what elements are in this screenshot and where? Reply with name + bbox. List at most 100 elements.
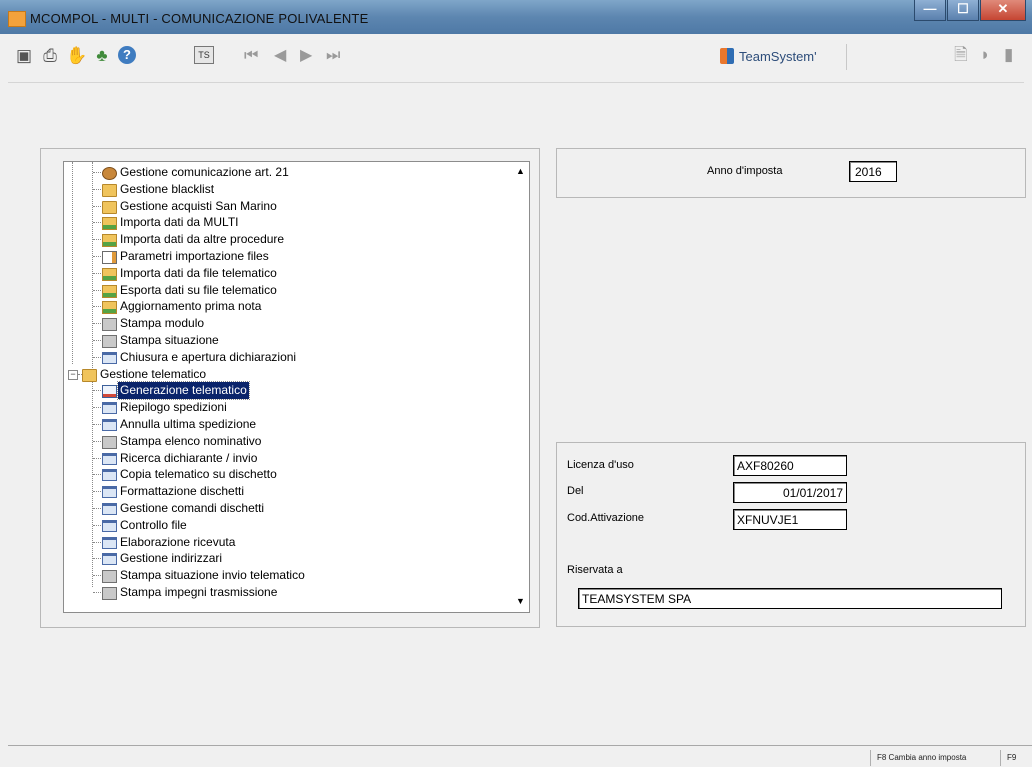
tree-item-label: Stampa elenco nominativo (120, 433, 262, 448)
tree-item[interactable]: Stampa situazione (64, 332, 509, 349)
tree-item[interactable]: Gestione comunicazione art. 21 (64, 164, 509, 181)
ts-button[interactable]: TS (194, 46, 214, 64)
tree-item-label: Elaborazione ricevuta (120, 534, 236, 549)
next-record-icon[interactable]: ▶ (300, 46, 312, 66)
tree-connector (93, 339, 101, 341)
tree-item[interactable]: Controllo file (64, 517, 509, 534)
license-date-field[interactable]: 01/01/2017 (733, 482, 847, 503)
tree-connector (93, 524, 101, 526)
tree-item[interactable]: Gestione comandi dischetti (64, 500, 509, 517)
tree-connector (93, 423, 101, 425)
tree-item[interactable]: Formattazione dischetti (64, 483, 509, 500)
license-field[interactable]: AXF80260 (733, 455, 847, 476)
tree-connector (93, 591, 101, 593)
reserved-for-field[interactable]: TEAMSYSTEM SPA (578, 588, 1002, 609)
teamsystem-logo: TeamSystem' (720, 46, 817, 66)
tree-item[interactable]: Annulla ultima spedizione (64, 416, 509, 433)
tax-year-field[interactable]: 2016 (849, 161, 897, 182)
book-icon[interactable]: ▮ (1004, 45, 1013, 65)
minimize-icon[interactable]: — (914, 0, 946, 21)
tree-item-label: Controllo file (120, 517, 187, 532)
prev-record-icon[interactable]: ◀ (274, 46, 286, 66)
tree-connector (93, 306, 101, 308)
document-icon[interactable]: 🗎 (954, 45, 968, 65)
tree-item[interactable]: Elaborazione ricevuta (64, 534, 509, 551)
tree-connector (93, 390, 101, 392)
gen-icon (102, 385, 117, 399)
license-label: Licenza d'uso (567, 459, 634, 471)
tree-item[interactable]: − Gestione telematico (64, 366, 509, 383)
panel-icon (102, 418, 117, 431)
panel-icon (102, 402, 117, 415)
maximize-icon[interactable]: ☐ (947, 0, 979, 21)
activation-code-field[interactable]: XFNUVJE1 (733, 509, 847, 530)
print-icon (102, 570, 117, 584)
panel-icon (102, 469, 117, 482)
tree-item-label: Esporta dati su file telematico (120, 282, 277, 297)
tree-item-label: Riepilogo spedizioni (120, 400, 227, 415)
tax-year-panel: Anno d'imposta 2016 (556, 148, 1026, 198)
exit-icon[interactable]: ◗ (980, 45, 990, 65)
screen-icon[interactable]: ▣ (14, 46, 34, 66)
tree-item[interactable]: Chiusura e apertura dichiarazioni (64, 349, 509, 366)
first-record-icon[interactable]: ⏮ (244, 46, 258, 66)
printer-icon[interactable]: ⎙ (40, 46, 60, 66)
panel-icon (102, 452, 117, 465)
print-icon (102, 586, 117, 600)
tree-scrollbar[interactable]: ▲ ▼ (511, 162, 529, 612)
tree-item[interactable]: Parametri importazione files (64, 248, 509, 265)
collapse-icon[interactable]: − (68, 369, 78, 380)
brand-name: TeamSystem' (739, 48, 817, 64)
tree-connector (93, 255, 101, 257)
close-icon[interactable]: ✕ (980, 0, 1026, 21)
tree-item[interactable]: Aggiornamento prima nota (64, 298, 509, 315)
panel-icon (102, 351, 117, 364)
tree-connector (93, 474, 101, 476)
import-icon (102, 284, 117, 298)
tree-item[interactable]: Importa dati da file telematico (64, 265, 509, 282)
toolbar-separator (846, 44, 847, 70)
tree-connector (93, 323, 101, 325)
tree-connector (93, 558, 101, 560)
tree-item[interactable]: Copia telematico su dischetto (64, 466, 509, 483)
last-record-icon[interactable]: ⏭ (326, 46, 340, 66)
hand-icon[interactable]: ✋ (66, 46, 87, 66)
scroll-up-icon[interactable]: ▲ (514, 164, 527, 178)
tree-item[interactable]: Importa dati da altre procedure (64, 231, 509, 248)
tree-connector (93, 172, 101, 173)
tree-connector (93, 222, 101, 224)
menu-tree[interactable]: Gestione comunicazione art. 21 Gestione b… (63, 161, 530, 613)
tree-connector (93, 507, 101, 509)
tree-item-label: Gestione acquisti San Marino (120, 198, 277, 213)
tree-item[interactable]: Stampa situazione invio telematico (64, 567, 509, 584)
tree-item[interactable]: Stampa modulo (64, 315, 509, 332)
tree-connector (93, 407, 101, 409)
tree-icon[interactable]: ♣ (92, 46, 112, 66)
tree-item[interactable]: Gestione indirizzari (64, 550, 509, 567)
tree-item-label: Stampa impegni trasmissione (120, 584, 278, 599)
f9-button[interactable]: F9 (1000, 750, 1022, 766)
f8-change-year-button[interactable]: F8 Cambia anno imposta (870, 750, 972, 766)
reserved-for-label: Riservata a (567, 564, 623, 576)
help-icon[interactable]: ? (118, 46, 136, 64)
activation-code-label: Cod.Attivazione (567, 512, 645, 524)
tree-item[interactable]: Riepilogo spedizioni (64, 399, 509, 416)
print-icon (102, 435, 117, 449)
tree-item[interactable]: Stampa elenco nominativo (64, 433, 509, 450)
folder-icon (82, 368, 97, 382)
edit-icon (102, 250, 117, 264)
tree-item-label: Aggiornamento prima nota (120, 299, 262, 314)
tree-item[interactable]: Importa dati da MULTI (64, 214, 509, 231)
tree-item[interactable]: Ricerca dichiarante / invio (64, 450, 509, 467)
license-date-label: Del (567, 485, 584, 497)
tree-connector (93, 541, 101, 543)
statusbar-divider (8, 745, 1032, 746)
tree-item[interactable]: Generazione telematico (64, 381, 509, 401)
tree-item[interactable]: Gestione acquisti San Marino (64, 198, 509, 215)
tree-item[interactable]: Esporta dati su file telematico (64, 282, 509, 299)
tree-item[interactable]: Stampa impegni trasmissione (64, 584, 509, 601)
scroll-down-icon[interactable]: ▼ (514, 594, 527, 608)
tree-connector (93, 575, 101, 577)
tree-item[interactable]: Gestione blacklist (64, 181, 509, 198)
license-panel: Licenza d'uso AXF80260 Del 01/01/2017 Co… (556, 442, 1026, 627)
